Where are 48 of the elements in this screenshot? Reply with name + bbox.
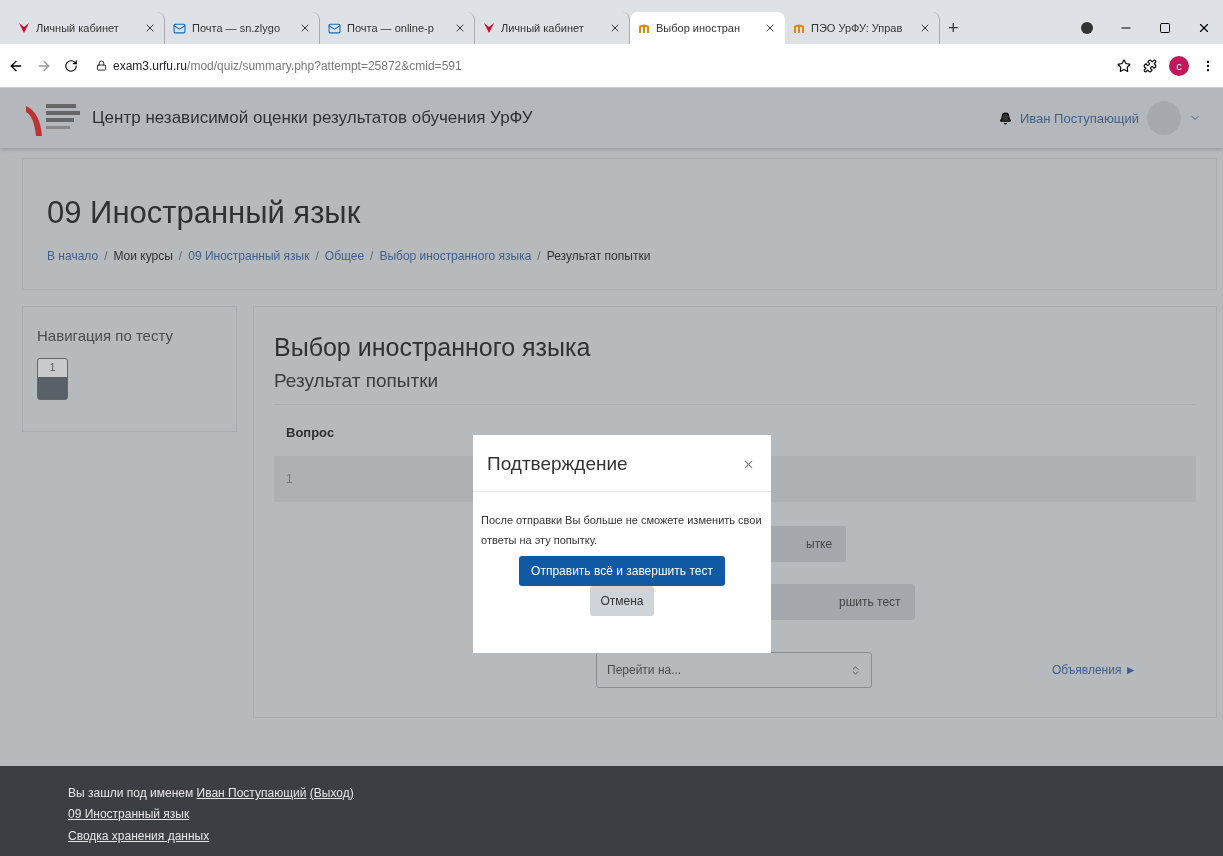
logo-icon [18,22,30,34]
breadcrumb-text: Результат попытки [546,249,651,263]
address-bar[interactable]: exam3.urfu.ru/mod/quiz/summary.php?attempt=25872&cmid=591 [90,52,1105,79]
updown-icon [850,664,861,676]
close-icon[interactable] [609,22,621,34]
new-tab-button[interactable]: + [940,12,970,44]
cancel-button[interactable]: Отмена [590,586,654,616]
circle-icon[interactable] [1081,22,1093,34]
breadcrumb-separator: / [537,249,541,263]
breadcrumb-separator: / [370,249,374,263]
user-link[interactable]: Иван Поступающий [196,786,307,800]
mail-icon [328,21,341,35]
login-info: Вы зашли под именем Иван Поступающий (Выход) [68,786,355,800]
column-header: Вопрос [285,424,336,442]
breadcrumb-separator: / [104,249,108,263]
mail-icon [173,21,186,35]
footer-link[interactable]: 09 Иностранный язык [68,807,190,821]
breadcrumb-separator: / [315,249,319,263]
block-title: Навигация по тесту [37,327,174,344]
profile-avatar[interactable]: c [1169,55,1189,76]
footer-link[interactable]: Сводка хранения данных [68,829,210,843]
reload-icon[interactable] [64,58,78,73]
bell-icon[interactable] [998,111,1012,125]
logo-icon [638,22,650,34]
dialog-title: Подтверждение [487,453,628,475]
quiz-title: Выбор иностранного языка [274,333,592,362]
logout-link[interactable]: (Выход) [309,786,354,800]
table-cell: 1 [286,472,293,486]
close-icon[interactable] [299,22,311,34]
question-button[interactable]: 1 [37,358,68,400]
site-name[interactable]: Центр независимой оценки результатов обучения УрФУ [92,108,991,128]
course-title: 09 Иностранный язык [47,195,362,231]
logo-icon [483,22,495,34]
close-icon[interactable] [919,22,931,34]
browser-tab[interactable]: Выбор иностран [630,12,785,44]
section-title: Результат попытки [274,370,1196,405]
close-icon[interactable] [454,22,466,34]
close-icon[interactable] [764,22,776,34]
breadcrumb-text: Мои курсы [113,249,173,263]
close-icon[interactable] [1197,21,1211,35]
breadcrumb-separator: / [178,249,183,263]
close-icon[interactable] [144,22,156,34]
submit-button[interactable]: Отправить всё и завершить тест [519,556,725,586]
star-icon[interactable] [1117,58,1131,73]
logo-icon [793,22,805,34]
maximize-icon[interactable] [1159,22,1171,34]
puzzle-icon[interactable] [1143,58,1157,73]
breadcrumb-link[interactable]: Общее [324,249,365,263]
